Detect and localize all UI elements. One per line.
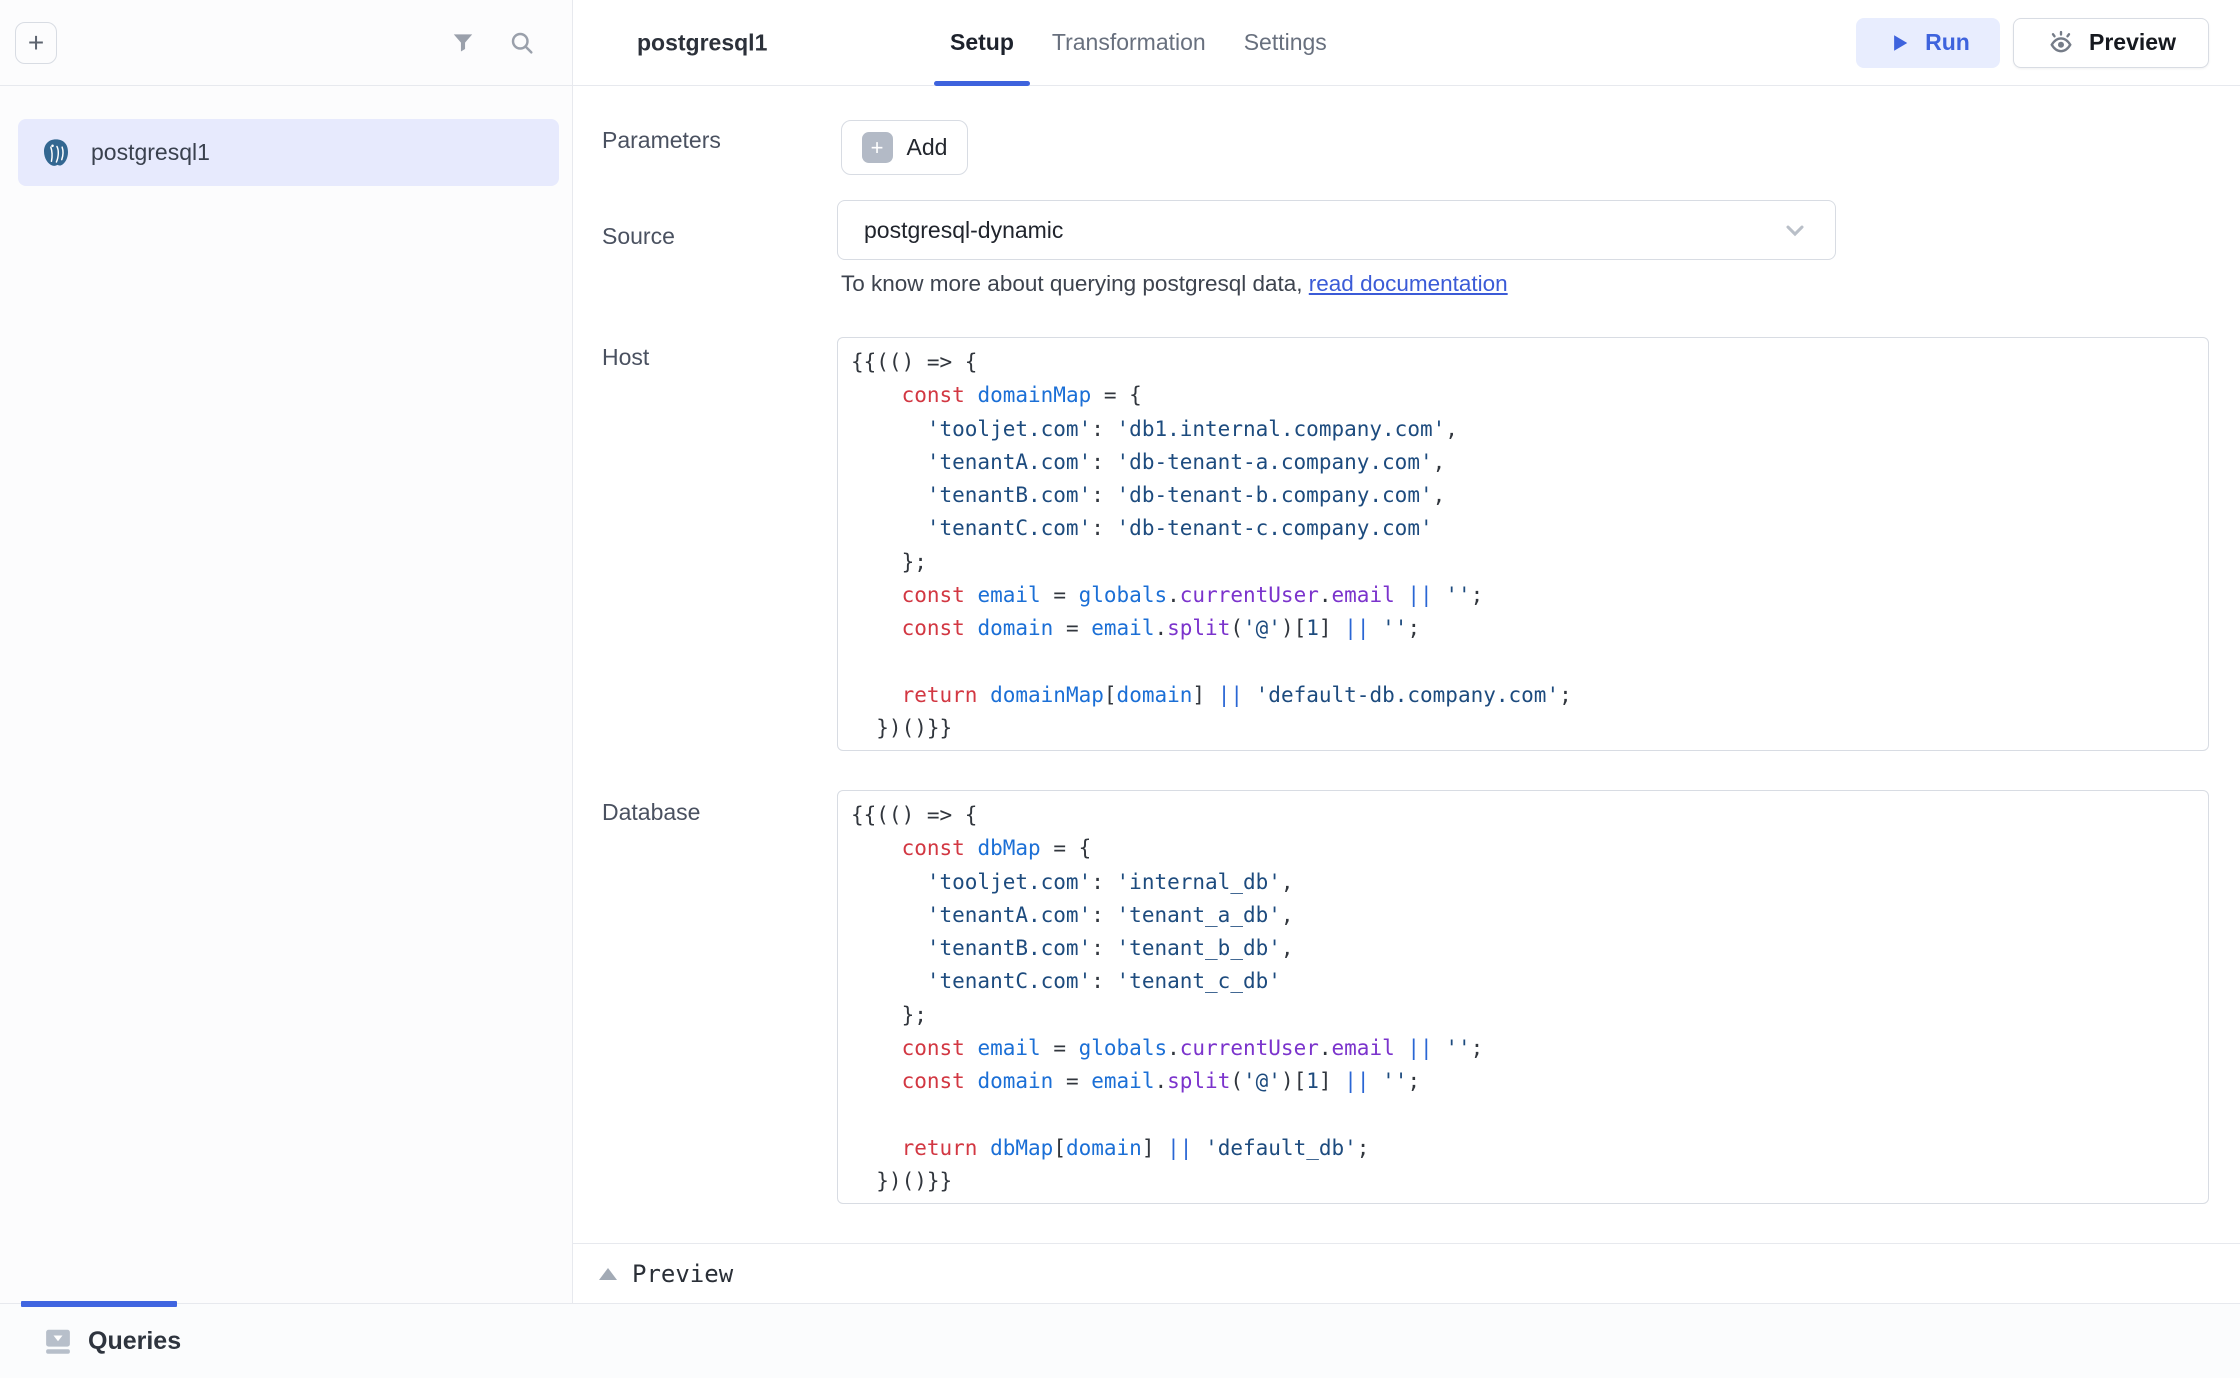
plus-icon: + xyxy=(28,29,44,57)
source-select[interactable]: postgresql-dynamic xyxy=(837,200,1836,260)
add-query-button[interactable]: + xyxy=(15,22,57,64)
queries-panel-tab[interactable]: Queries xyxy=(43,1326,181,1356)
queries-panel-label: Queries xyxy=(88,1327,181,1356)
source-helper-text: To know more about querying postgresql d… xyxy=(841,271,1508,297)
search-button[interactable] xyxy=(508,29,536,57)
preview-panel-header[interactable]: Preview xyxy=(573,1243,2240,1303)
postgresql-icon xyxy=(40,137,72,169)
sidebar-header-icons xyxy=(450,29,536,57)
setup-panel: Parameters + Add Source postgresql-dynam… xyxy=(573,86,2240,1303)
filter-button[interactable] xyxy=(450,30,476,56)
queries-panel-icon xyxy=(43,1326,73,1356)
active-tab-indicator xyxy=(21,1301,177,1307)
parameters-label: Parameters xyxy=(602,127,721,154)
host-label: Host xyxy=(602,344,649,371)
eye-icon xyxy=(2046,28,2076,58)
filter-icon xyxy=(450,30,476,56)
add-parameter-button[interactable]: + Add xyxy=(841,120,968,175)
top-area: + xyxy=(0,0,2240,1303)
read-documentation-link[interactable]: read documentation xyxy=(1309,271,1508,296)
run-button-label: Run xyxy=(1925,29,1970,56)
database-label: Database xyxy=(602,799,700,826)
search-icon xyxy=(508,29,536,57)
sidebar-header: + xyxy=(0,0,572,86)
collapse-up-icon[interactable] xyxy=(599,1268,617,1280)
preview-button[interactable]: Preview xyxy=(2013,18,2209,68)
chevron-down-icon xyxy=(1781,216,1809,244)
query-title: postgresql1 xyxy=(637,29,767,56)
query-list-item-postgresql1[interactable]: postgresql1 xyxy=(18,119,559,186)
tab-transformation[interactable]: Transformation xyxy=(1052,0,1206,85)
query-topbar: postgresql1 Setup Transformation Setting… xyxy=(573,0,2240,86)
source-select-value: postgresql-dynamic xyxy=(864,217,1063,244)
query-tabs: Setup Transformation Settings xyxy=(950,0,1327,85)
query-item-label: postgresql1 xyxy=(91,139,210,166)
tab-settings[interactable]: Settings xyxy=(1244,0,1327,85)
preview-panel-title: Preview xyxy=(632,1260,733,1288)
queries-sidebar: + xyxy=(0,0,573,1303)
source-label: Source xyxy=(602,223,675,250)
host-code-editor[interactable]: {{(() => { const domainMap = { 'tooljet.… xyxy=(837,337,2209,751)
preview-button-label: Preview xyxy=(2089,29,2176,56)
query-editor-app: + xyxy=(0,0,2240,1378)
bottom-bar: Queries xyxy=(0,1303,2240,1378)
database-code-editor[interactable]: {{(() => { const dbMap = { 'tooljet.com'… xyxy=(837,790,2209,1204)
topbar-actions: Run Preview xyxy=(1856,18,2209,68)
main-content: postgresql1 Setup Transformation Setting… xyxy=(573,0,2240,1303)
query-list: postgresql1 xyxy=(0,86,572,186)
run-button[interactable]: Run xyxy=(1856,18,2000,68)
play-icon xyxy=(1886,30,1912,56)
tab-setup[interactable]: Setup xyxy=(950,0,1014,85)
add-parameter-label: Add xyxy=(907,134,948,161)
plus-square-icon: + xyxy=(862,132,893,163)
